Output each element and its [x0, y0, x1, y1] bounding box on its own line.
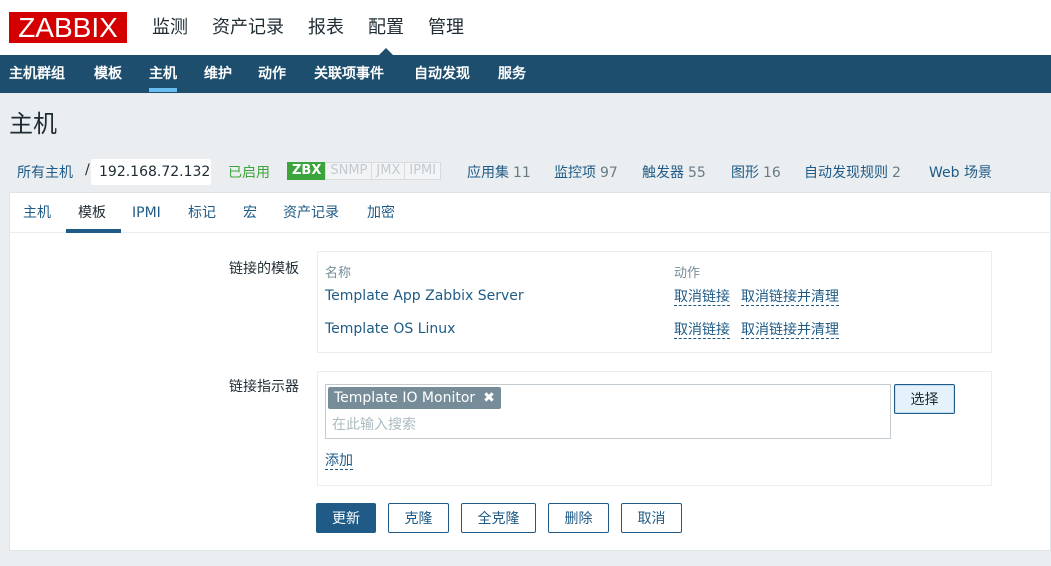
top-header: ZABBIX 监测 资产记录 报表 配置 管理 [0, 0, 1051, 55]
discovery-rules-label: 自动发现规则 [804, 165, 888, 181]
main-menu-reports[interactable]: 报表 [308, 0, 344, 55]
submenu-actions[interactable]: 动作 [258, 55, 286, 93]
discovery-rules-link[interactable]: 自动发现规则 2 [804, 162, 901, 182]
main-menu: 监测 资产记录 报表 配置 管理 [152, 0, 488, 55]
tab-macros[interactable]: 宏 [243, 193, 257, 233]
submenu-event-correlation[interactable]: 关联项事件 [314, 55, 384, 93]
badge-snmp: SNMP [325, 162, 373, 180]
full-clone-button[interactable]: 全克隆 [461, 503, 536, 533]
select-button[interactable]: 选择 [894, 384, 955, 414]
update-button[interactable]: 更新 [316, 503, 376, 533]
items-label: 监控项 [554, 165, 596, 181]
form-tabs: 主机 模板 IPMI 标记 宏 资产记录 加密 [10, 193, 1051, 233]
remove-chip-icon[interactable]: ✖ [483, 387, 495, 409]
selected-template-chip: Template IO Monitor ✖ [328, 387, 501, 409]
applications-count: 11 [513, 165, 531, 181]
submenu-hosts[interactable]: 主机 [149, 55, 177, 93]
link-new-templates-label: 链接指示器 [229, 379, 299, 395]
badge-ipmi: IPMI [404, 162, 442, 180]
tab-encryption[interactable]: 加密 [367, 193, 395, 233]
submenu-host-groups[interactable]: 主机群组 [9, 55, 65, 93]
unlink-button[interactable]: 取消链接 [674, 322, 730, 339]
zabbix-logo[interactable]: ZABBIX [9, 12, 127, 43]
graphs-count: 16 [763, 165, 781, 181]
link-new-templates-box: Template IO Monitor ✖ 选择 添加 [317, 371, 992, 486]
chip-label: Template IO Monitor [334, 390, 476, 406]
web-scenarios-label: Web 场景 [929, 165, 992, 181]
current-host: 192.168.72.132 [91, 159, 211, 185]
availability-badges: ZBX SNMP JMX IPMI [287, 162, 442, 180]
template-link[interactable]: Template App Zabbix Server [325, 288, 524, 304]
tab-templates[interactable]: 模板 [78, 193, 106, 233]
breadcrumb-separator: / [85, 162, 90, 178]
discovery-rules-count: 2 [892, 165, 901, 181]
main-menu-inventory[interactable]: 资产记录 [212, 0, 284, 55]
host-navigation: 所有主机 / 192.168.72.132 已启用 ZBX SNMP JMX I… [0, 152, 1051, 192]
submenu-discovery[interactable]: 自动发现 [414, 55, 470, 93]
web-scenarios-link[interactable]: Web 场景 [929, 162, 992, 182]
tab-ipmi[interactable]: IPMI [132, 193, 161, 233]
column-header-action: 动作 [674, 266, 701, 281]
template-multiselect[interactable]: Template IO Monitor ✖ [325, 384, 891, 439]
triggers-label: 触发器 [642, 165, 684, 181]
delete-button[interactable]: 删除 [548, 503, 609, 533]
items-link[interactable]: 监控项 97 [554, 162, 618, 182]
linked-templates-label: 链接的模板 [229, 261, 299, 277]
applications-label: 应用集 [467, 165, 509, 181]
template-search-input[interactable] [332, 415, 872, 435]
column-header-name: 名称 [325, 266, 352, 281]
tab-tags[interactable]: 标记 [188, 193, 216, 233]
unlink-and-clear-button[interactable]: 取消链接并清理 [741, 322, 839, 339]
main-menu-monitoring[interactable]: 监测 [152, 0, 188, 55]
badge-jmx: JMX [371, 162, 406, 180]
unlink-button[interactable]: 取消链接 [674, 289, 730, 306]
host-form-card: 主机 模板 IPMI 标记 宏 资产记录 加密 链接的模板 名称 动作 Temp… [9, 192, 1051, 551]
tab-inventory[interactable]: 资产记录 [283, 193, 339, 233]
add-link[interactable]: 添加 [325, 453, 353, 470]
template-link[interactable]: Template OS Linux [325, 321, 455, 337]
active-tab-indicator [66, 229, 121, 233]
graphs-link[interactable]: 图形 16 [731, 162, 781, 182]
submenu-templates[interactable]: 模板 [94, 55, 122, 93]
submenu-maintenance[interactable]: 维护 [204, 55, 232, 93]
submenu-services[interactable]: 服务 [498, 55, 526, 93]
triggers-link[interactable]: 触发器 55 [642, 162, 706, 182]
linked-templates-table: 名称 动作 Template App Zabbix Server 取消链接 取消… [317, 251, 992, 353]
main-menu-configuration[interactable]: 配置 [368, 0, 404, 55]
host-status-enabled[interactable]: 已启用 [228, 162, 270, 182]
logo-text: ZABBIX [18, 12, 118, 43]
page-title: 主机 [9, 110, 57, 138]
cancel-button[interactable]: 取消 [621, 503, 682, 533]
tab-host[interactable]: 主机 [23, 193, 51, 233]
triggers-count: 55 [688, 165, 706, 181]
submenu-bar: 主机群组 模板 主机 维护 动作 关联项事件 自动发现 服务 [0, 55, 1051, 93]
clone-button[interactable]: 克隆 [388, 503, 449, 533]
all-hosts-link[interactable]: 所有主机 [17, 162, 73, 182]
graphs-label: 图形 [731, 165, 759, 181]
main-menu-administration[interactable]: 管理 [428, 0, 464, 55]
items-count: 97 [600, 165, 618, 181]
unlink-and-clear-button[interactable]: 取消链接并清理 [741, 289, 839, 306]
applications-link[interactable]: 应用集 11 [467, 162, 531, 182]
badge-zbx: ZBX [287, 162, 327, 180]
